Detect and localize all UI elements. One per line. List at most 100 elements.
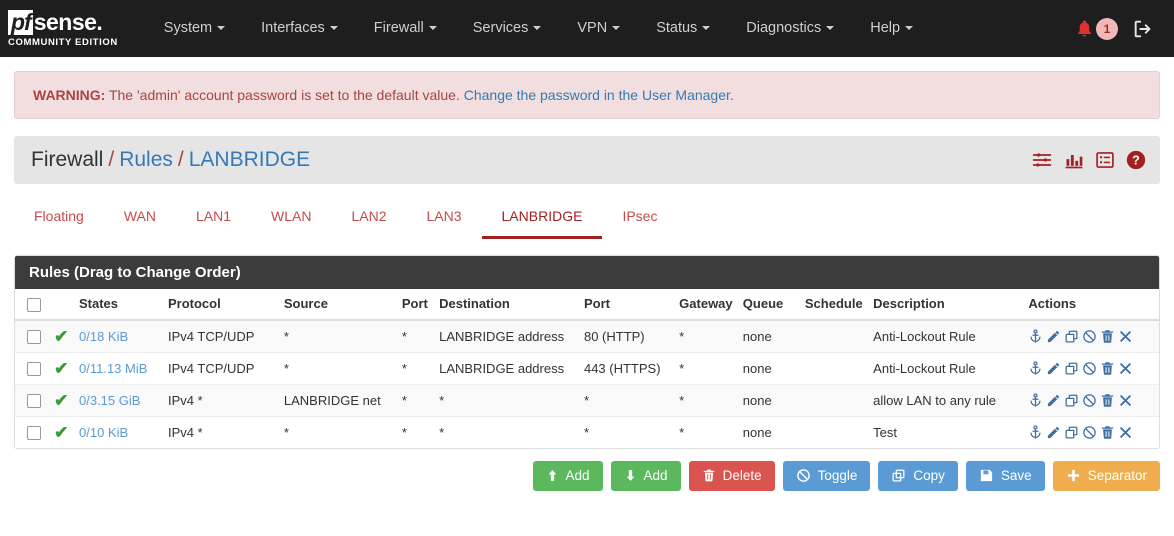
row-checkbox[interactable] (27, 425, 41, 440)
separator-button[interactable]: Separator (1052, 460, 1160, 491)
remove-icon[interactable] (1118, 329, 1133, 344)
add-up-button[interactable]: Add (532, 460, 603, 491)
nav-item-services[interactable]: Services (455, 0, 560, 57)
copy-button[interactable]: Copy (878, 460, 958, 491)
button-label: Toggle (817, 467, 858, 483)
nav-item-interfaces[interactable]: Interfaces (243, 0, 356, 57)
tab-lanbridge[interactable]: LANBRIDGE (481, 202, 603, 239)
bar-chart-icon[interactable] (1064, 150, 1084, 170)
list-icon[interactable] (1095, 150, 1115, 170)
rules-action-buttons: Add Add Delete Toggle Copy Save Separato… (14, 460, 1160, 491)
tab-ipsec[interactable]: IPsec (602, 202, 677, 239)
sliders-icon[interactable] (1031, 150, 1053, 170)
delete-icon[interactable] (1100, 425, 1115, 440)
row-states-cell: 0/10 KiB (75, 415, 164, 448)
row-destination-cell: * (435, 415, 580, 448)
nav-item-vpn[interactable]: VPN (559, 0, 638, 57)
edit-icon[interactable] (1046, 425, 1061, 440)
remove-icon[interactable] (1118, 393, 1133, 408)
change-password-link[interactable]: Change the password in the User Manager. (464, 87, 734, 103)
tab-floating[interactable]: Floating (14, 202, 104, 239)
table-row[interactable]: ✔ 0/18 KiB IPv4 TCP/UDP * * LANBRIDGE ad… (15, 319, 1159, 353)
chevron-down-icon (329, 26, 338, 31)
remove-icon[interactable] (1118, 361, 1133, 376)
copy-icon[interactable] (1064, 329, 1079, 344)
nav-item-status[interactable]: Status (638, 0, 728, 57)
copy-icon (892, 469, 905, 482)
row-checkbox[interactable] (27, 361, 41, 376)
table-header-row: States Protocol Source Port Destination … (15, 289, 1159, 321)
logout-icon[interactable] (1132, 18, 1154, 40)
pfsense-logo[interactable]: pf sense. COMMUNITY EDITION (0, 0, 128, 57)
disable-icon[interactable] (1082, 329, 1097, 344)
row-checkbox[interactable] (27, 393, 41, 408)
select-all-checkbox[interactable] (27, 297, 41, 312)
anchor-icon[interactable] (1028, 392, 1043, 408)
breadcrumb-rules-link[interactable]: Rules (119, 148, 173, 171)
row-dest-port-cell: 443 (HTTPS) (579, 351, 676, 385)
anchor-icon[interactable] (1028, 328, 1043, 344)
header-source: Source (279, 289, 398, 321)
save-button[interactable]: Save (965, 460, 1045, 491)
disable-icon[interactable] (1082, 393, 1097, 408)
table-row[interactable]: ✔ 0/3.15 GiB IPv4 * LANBRIDGE net * * * … (15, 383, 1159, 417)
svg-text:?: ? (1132, 154, 1140, 168)
table-row[interactable]: ✔ 0/11.13 MiB IPv4 TCP/UDP * * LANBRIDGE… (15, 351, 1159, 385)
nav-item-system[interactable]: System (146, 0, 243, 57)
remove-icon[interactable] (1118, 425, 1133, 440)
states-link[interactable]: 0/3.15 GiB (79, 393, 140, 408)
nav-item-firewall[interactable]: Firewall (356, 0, 455, 57)
tab-label: LAN2 (351, 208, 387, 224)
notifications-button[interactable]: 1 (1075, 17, 1118, 40)
toggle-button[interactable]: Toggle (782, 460, 871, 491)
arrow-down-icon (626, 470, 634, 482)
table-row[interactable]: ✔ 0/10 KiB IPv4 * * * * * * none Test (15, 415, 1159, 448)
header-protocol: Protocol (163, 289, 280, 321)
add-down-button[interactable]: Add (610, 460, 681, 491)
copy-icon[interactable] (1064, 361, 1079, 376)
password-warning-alert: WARNING: The 'admin' account password is… (14, 71, 1160, 119)
tab-lan3[interactable]: LAN3 (406, 202, 481, 239)
nav-item-diagnostics[interactable]: Diagnostics (728, 0, 852, 57)
nav-item-help[interactable]: Help (852, 0, 931, 57)
copy-icon[interactable] (1064, 393, 1079, 408)
help-icon[interactable]: ? (1126, 150, 1146, 170)
row-destination-cell: * (435, 383, 580, 417)
states-link[interactable]: 0/18 KiB (79, 329, 128, 344)
row-source-cell: * (279, 415, 398, 448)
tab-label: LANBRIDGE (501, 208, 583, 224)
copy-icon[interactable] (1064, 425, 1079, 440)
delete-icon[interactable] (1100, 329, 1115, 344)
chevron-down-icon (533, 26, 542, 31)
edit-icon[interactable] (1046, 361, 1061, 376)
anchor-icon[interactable] (1028, 424, 1043, 440)
tab-wan[interactable]: WAN (104, 202, 176, 239)
pass-check-icon: ✔ (54, 326, 69, 346)
tab-lan1[interactable]: LAN1 (176, 202, 251, 239)
row-schedule-cell (800, 383, 870, 417)
states-link[interactable]: 0/11.13 MiB (79, 361, 147, 376)
row-schedule-cell (800, 415, 870, 448)
tab-label: IPsec (622, 208, 658, 224)
disable-icon[interactable] (1082, 361, 1097, 376)
delete-button[interactable]: Delete (688, 460, 775, 491)
nav-label: System (163, 20, 213, 36)
delete-icon[interactable] (1100, 361, 1115, 376)
tab-lan2[interactable]: LAN2 (331, 202, 406, 239)
chevron-down-icon (612, 26, 621, 31)
edit-icon[interactable] (1046, 329, 1061, 344)
tab-wlan[interactable]: WLAN (251, 202, 331, 239)
disable-icon[interactable] (1082, 425, 1097, 440)
states-link[interactable]: 0/10 KiB (79, 425, 128, 440)
edit-icon[interactable] (1046, 393, 1061, 408)
breadcrumb-current[interactable]: LANBRIDGE (189, 148, 310, 171)
delete-icon[interactable] (1100, 393, 1115, 408)
anchor-icon[interactable] (1028, 360, 1043, 376)
row-pass-cell: ✔ (50, 319, 75, 353)
row-checkbox[interactable] (27, 329, 41, 344)
row-source-port-cell: * (397, 383, 436, 417)
rules-table: States Protocol Source Port Destination … (15, 289, 1159, 448)
row-destination-cell: LANBRIDGE address (435, 351, 580, 385)
row-schedule-cell (800, 351, 870, 385)
row-action-icons (1028, 360, 1155, 376)
